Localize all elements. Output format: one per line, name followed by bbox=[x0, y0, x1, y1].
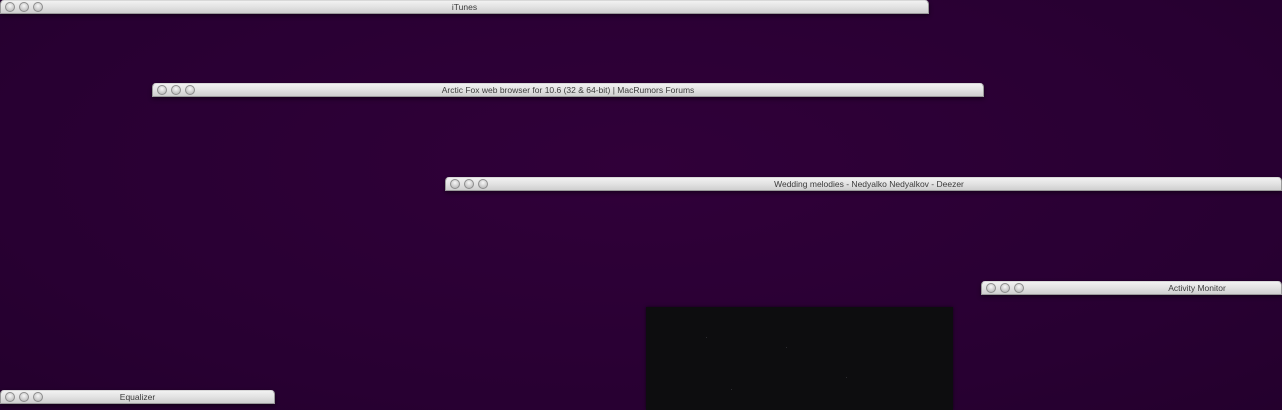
zoom-icon[interactable] bbox=[1014, 283, 1024, 293]
panel-speck bbox=[846, 377, 847, 378]
window-deezer-titlebar[interactable]: Wedding melodies - Nedyalko Nedyalkov - … bbox=[445, 177, 1282, 191]
window-equalizer-titlebar[interactable]: Equalizer bbox=[0, 390, 275, 404]
window-controls bbox=[986, 283, 1024, 294]
window-title: iTunes bbox=[451, 2, 478, 12]
minimize-icon[interactable] bbox=[1000, 283, 1010, 293]
window-itunes-titlebar[interactable]: iTunes bbox=[0, 0, 929, 14]
panel-speck bbox=[786, 347, 787, 348]
window-activity-monitor-titlebar[interactable]: Activity Monitor bbox=[981, 281, 1282, 295]
close-icon[interactable] bbox=[986, 283, 996, 293]
panel-speck bbox=[706, 337, 707, 338]
window-title: Arctic Fox web browser for 10.6 (32 & 64… bbox=[441, 85, 695, 95]
panel-speck bbox=[731, 389, 732, 390]
desktop-background bbox=[0, 0, 1282, 410]
window-title: Equalizer bbox=[119, 392, 156, 402]
window-title: Activity Monitor bbox=[1168, 283, 1226, 293]
window-arctic-fox-titlebar[interactable]: Arctic Fox web browser for 10.6 (32 & 64… bbox=[152, 83, 984, 97]
dark-content-panel bbox=[646, 307, 953, 410]
window-title: Wedding melodies - Nedyalko Nedyalkov - … bbox=[774, 179, 964, 189]
